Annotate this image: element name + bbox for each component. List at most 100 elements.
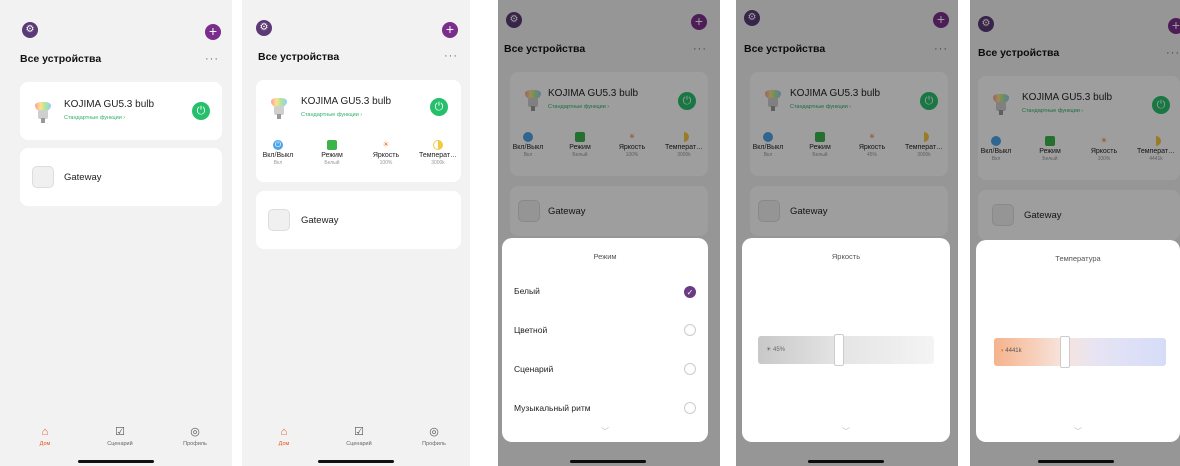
add-device-button[interactable]: + <box>691 14 707 30</box>
temperature-icon <box>919 132 929 142</box>
control-power[interactable]: Вкл/Выкл Вкл <box>746 132 790 158</box>
add-device-button[interactable]: + <box>1168 18 1180 34</box>
power-icon <box>763 132 773 142</box>
sheet-title: Режим <box>593 252 617 261</box>
device-functions-link[interactable]: Стандартные функции › <box>548 104 609 110</box>
tab-bar: ⌂ Дом ☑ Сценарий ◎ Профиль <box>0 420 232 466</box>
brightness-slider-thumb[interactable] <box>834 334 844 366</box>
device-card[interactable]: KOJIMA GU5.3 bulb Стандартные функции › … <box>510 72 708 176</box>
mode-option-white[interactable]: Белый <box>514 286 540 296</box>
control-power[interactable]: Вкл/Выкл Вкл <box>974 136 1018 162</box>
power-toggle-button[interactable]: ⏻ <box>1152 96 1170 114</box>
add-device-button[interactable]: + <box>205 24 221 40</box>
tab-home[interactable]: ⌂ Дом <box>264 426 304 447</box>
more-options-button[interactable]: ··· <box>205 53 219 65</box>
app-logo-icon[interactable]: ⚙ <box>256 20 272 36</box>
control-mode[interactable]: Режим Белый <box>1028 136 1072 162</box>
profile-icon: ◎ <box>190 426 200 438</box>
control-brightness[interactable]: ☀ Яркость 100% <box>610 132 654 158</box>
home-indicator <box>570 460 646 463</box>
device-functions-link[interactable]: Стандартные функции › <box>64 115 125 121</box>
device-card[interactable]: KOJIMA GU5.3 bulb Стандартные функции › … <box>256 80 461 182</box>
radio-music[interactable] <box>684 402 696 414</box>
power-toggle-button[interactable]: ⏻ <box>430 98 448 116</box>
temperature-slider-thumb[interactable] <box>1060 336 1070 368</box>
control-temperature[interactable]: Температ… 4441k <box>1134 136 1178 162</box>
control-brightness[interactable]: ☀ Яркость 45% <box>850 132 894 158</box>
control-temperature-label: Температ… <box>418 152 458 159</box>
device-functions-link[interactable]: Стандартные функции › <box>301 112 362 118</box>
add-device-button[interactable]: + <box>933 12 949 28</box>
mode-option-music[interactable]: Музыкальный ритм <box>514 403 591 413</box>
temperature-value-text: 4441k <box>1005 348 1022 354</box>
phone-home-collapsed: ⚙ + Все устройства ··· KOJIMA GU5.3 bulb… <box>0 0 232 466</box>
gateway-name: Gateway <box>1024 210 1062 221</box>
control-power-value: Вкл <box>273 160 283 166</box>
temperature-icon <box>679 132 689 142</box>
control-mode-value: Белый <box>1042 156 1058 162</box>
more-options-button[interactable]: ··· <box>444 50 458 62</box>
control-temperature-value: 3000k <box>677 152 691 158</box>
more-options-button[interactable]: ··· <box>693 43 707 55</box>
radio-scene[interactable] <box>684 363 696 375</box>
tab-profile[interactable]: ◎ Профиль <box>414 426 454 447</box>
check-icon[interactable]: ✓ <box>684 286 696 298</box>
tab-scene-label: Сценарий <box>107 441 133 447</box>
power-toggle-button[interactable]: ⏻ <box>920 92 938 110</box>
brightness-sheet: Яркость ☀ 45% ﹀ <box>742 238 950 442</box>
device-card[interactable]: KOJIMA GU5.3 bulb Стандартные функции › … <box>750 72 948 176</box>
sheet-title: Температура <box>1055 254 1101 263</box>
more-options-button[interactable]: ··· <box>1166 47 1180 59</box>
device-functions-link[interactable]: Стандартные функции › <box>790 104 851 110</box>
gateway-name: Gateway <box>301 215 339 226</box>
chevron-down-icon[interactable]: ﹀ <box>976 426 1180 437</box>
control-mode-label: Режим <box>569 144 591 151</box>
brightness-value-text: 45% <box>773 347 786 353</box>
device-card[interactable]: KOJIMA GU5.3 bulb Стандартные функции › … <box>20 82 222 140</box>
gateway-card[interactable]: Gateway <box>978 190 1180 240</box>
tab-profile[interactable]: ◎ Профиль <box>175 426 215 447</box>
page-title: Все устройства <box>258 51 340 63</box>
gateway-card[interactable]: Gateway <box>20 148 222 206</box>
gateway-card[interactable]: Gateway <box>256 191 461 249</box>
mode-option-scene[interactable]: Сценарий <box>514 364 553 374</box>
tab-profile-label: Профиль <box>422 441 446 447</box>
screenshot-strip: ⚙ + Все устройства ··· KOJIMA GU5.3 bulb… <box>0 0 1180 466</box>
app-logo-icon[interactable]: ⚙ <box>744 10 760 26</box>
control-brightness[interactable]: ☀ Яркость 100% <box>364 140 408 166</box>
control-mode[interactable]: Режим Белый <box>310 140 354 166</box>
tab-scene[interactable]: ☑ Сценарий <box>339 426 379 447</box>
control-temperature[interactable]: Температ… 3000k <box>416 140 460 166</box>
add-device-button[interactable]: + <box>442 22 458 38</box>
home-indicator <box>78 460 154 463</box>
tab-scene[interactable]: ☑ Сценарий <box>100 426 140 447</box>
app-logo-icon[interactable]: ⚙ <box>506 12 522 28</box>
tab-home[interactable]: ⌂ Дом <box>25 426 65 447</box>
control-mode[interactable]: Режим Белый <box>798 132 842 158</box>
temperature-icon <box>1151 136 1161 146</box>
control-mode[interactable]: Режим Белый <box>558 132 602 158</box>
power-icon: ⏻ <box>273 140 283 150</box>
power-toggle-button[interactable]: ⏻ <box>192 102 210 120</box>
more-options-button[interactable]: ··· <box>934 43 948 55</box>
app-logo-icon[interactable]: ⚙ <box>22 22 38 38</box>
profile-icon: ◎ <box>429 426 439 438</box>
chevron-down-icon[interactable]: ﹀ <box>502 426 708 437</box>
control-temperature[interactable]: Температ… 3000k <box>902 132 946 158</box>
app-logo-icon[interactable]: ⚙ <box>978 16 994 32</box>
device-card[interactable]: KOJIMA GU5.3 bulb Стандартные функции › … <box>978 76 1180 180</box>
device-functions-link[interactable]: Стандартные функции › <box>1022 108 1083 114</box>
radio-color[interactable] <box>684 324 696 336</box>
chevron-down-icon[interactable]: ﹀ <box>742 426 950 437</box>
control-brightness[interactable]: ☀ Яркость 100% <box>1082 136 1126 162</box>
gateway-card[interactable]: Gateway <box>750 186 948 236</box>
control-power[interactable]: Вкл/Выкл Вкл <box>506 132 550 158</box>
power-toggle-button[interactable]: ⏻ <box>678 92 696 110</box>
gateway-card[interactable]: Gateway <box>510 186 708 236</box>
mode-option-color[interactable]: Цветной <box>514 325 547 335</box>
control-power[interactable]: ⏻ Вкл/Выкл Вкл <box>256 140 300 166</box>
control-mode-value: Белый <box>324 160 340 166</box>
control-temperature-value: 3000k <box>917 152 931 158</box>
control-brightness-value: 100% <box>379 160 393 166</box>
control-temperature[interactable]: Температ… 3000k <box>662 132 706 158</box>
